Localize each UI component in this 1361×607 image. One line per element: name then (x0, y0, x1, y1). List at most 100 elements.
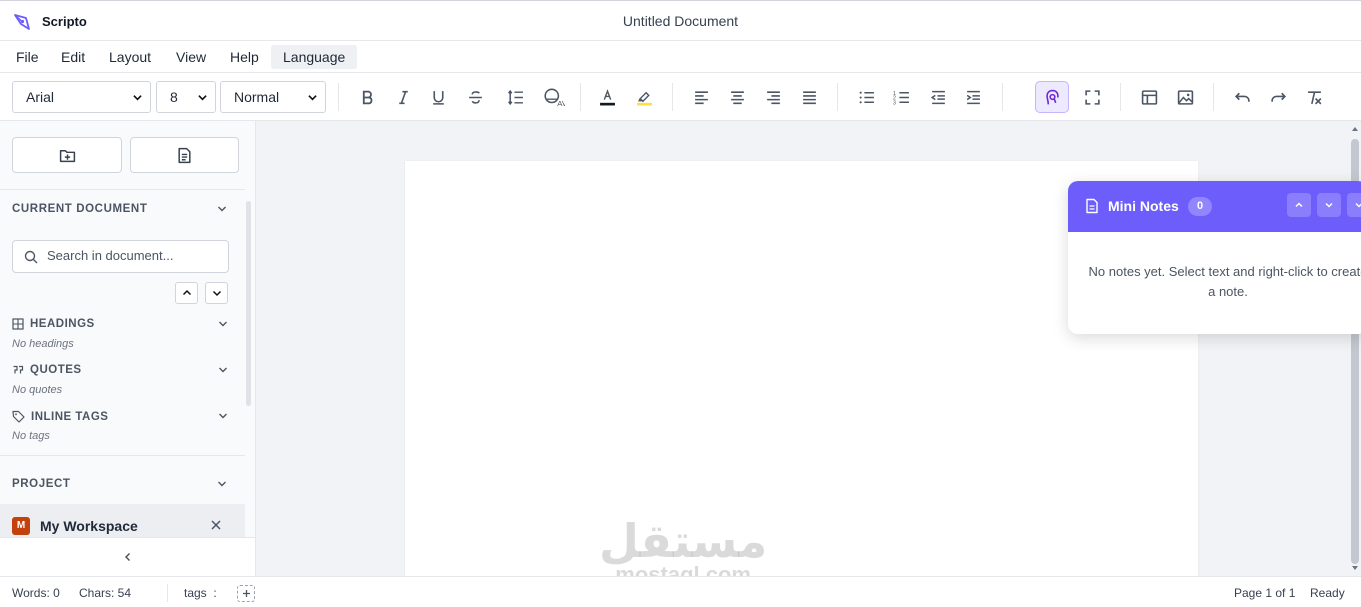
insert-table-button[interactable] (1136, 84, 1162, 110)
search-next-button[interactable] (205, 282, 228, 304)
text-color-button[interactable] (594, 84, 620, 110)
underline-button[interactable] (425, 84, 451, 110)
undo-icon (1234, 92, 1250, 102)
chevron-down-icon[interactable] (218, 365, 228, 375)
align-left-icon (694, 90, 708, 104)
numbered-list-button[interactable]: 123 (888, 84, 914, 110)
close-icon[interactable] (210, 519, 222, 531)
chevron-down-icon[interactable] (217, 479, 227, 489)
outdent-button[interactable] (925, 84, 951, 110)
char-count: Chars: 54 (79, 586, 132, 600)
add-tag-button[interactable] (237, 585, 255, 602)
collapse-sidebar-button[interactable] (0, 537, 255, 576)
chevron-up-icon (1295, 202, 1303, 208)
svg-text:AV: AV (557, 99, 565, 107)
title-bar: Scripto Untitled Document (0, 0, 1361, 41)
toolbar-divider (338, 83, 339, 111)
justify-icon (802, 90, 816, 104)
quotes-section[interactable]: QUOTES (12, 364, 82, 376)
next-note-button[interactable] (1317, 193, 1341, 217)
highlight-icon (636, 91, 652, 105)
undo-button[interactable] (1229, 84, 1255, 110)
sidebar-scrollbar[interactable] (246, 201, 251, 406)
focus-mode-button[interactable] (1035, 81, 1069, 113)
watermark-logo: مستقل (599, 514, 769, 568)
project-heading[interactable]: PROJECT (12, 478, 71, 490)
mini-notes-header[interactable]: Mini Notes 0 (1068, 181, 1361, 232)
headings-section[interactable]: HEADINGS (12, 318, 95, 330)
character-spacing-icon: AV (544, 88, 565, 107)
current-document-heading[interactable]: CURRENT DOCUMENT (12, 203, 147, 215)
focus-mode-icon (1045, 89, 1059, 104)
align-center-button[interactable] (724, 84, 750, 110)
line-height-button[interactable] (502, 84, 528, 110)
bullet-list-icon (859, 91, 874, 103)
chevron-down-icon (133, 95, 142, 101)
inline-tags-section[interactable]: INLINE TAGS (12, 410, 108, 423)
quote-icon (13, 365, 24, 374)
insert-image-button[interactable] (1172, 84, 1198, 110)
new-document-button[interactable] (130, 137, 239, 173)
scroll-up-arrow-icon[interactable] (1351, 125, 1359, 133)
menu-layout[interactable]: Layout (97, 45, 163, 69)
mini-notes-panel: Mini Notes 0 No notes yet. Select text a… (1068, 181, 1361, 334)
menu-bar: File Edit Layout View Help Language (0, 41, 1361, 73)
document-title[interactable]: Untitled Document (0, 13, 1361, 29)
chevron-down-icon[interactable] (218, 411, 228, 421)
bold-button[interactable] (354, 84, 380, 110)
italic-button[interactable] (390, 84, 416, 110)
menu-edit[interactable]: Edit (49, 45, 97, 69)
character-spacing-button[interactable]: AV (539, 84, 569, 110)
font-family-select[interactable]: Arial (12, 81, 151, 113)
tags-label: tags : (184, 586, 217, 600)
toolbar-divider (1213, 83, 1214, 111)
menu-language[interactable]: Language (271, 45, 358, 69)
quotes-empty-text: No quotes (12, 384, 63, 396)
clear-formatting-button[interactable] (1301, 84, 1327, 110)
indent-button[interactable] (960, 84, 986, 110)
menu-file[interactable]: File (4, 45, 51, 69)
paragraph-style-select[interactable]: Normal (220, 81, 326, 113)
font-size-value: 8 (170, 89, 178, 105)
mini-notes-title: Mini Notes (1108, 198, 1179, 214)
line-height-icon (507, 89, 523, 105)
workspace-item[interactable]: M My Workspace (0, 504, 245, 537)
strikethrough-button[interactable] (462, 84, 488, 110)
bullet-list-button[interactable] (853, 84, 879, 110)
chevron-down-icon[interactable] (218, 319, 228, 329)
sidebar: CURRENT DOCUMENT HEADINGS No headings QU… (0, 121, 256, 576)
align-center-icon (730, 90, 744, 104)
menu-help[interactable]: Help (218, 45, 271, 69)
highlight-button[interactable] (631, 84, 657, 110)
toolbar-divider (837, 83, 838, 111)
tags-empty-text: No tags (12, 430, 50, 442)
menu-view[interactable]: View (164, 45, 218, 69)
tag-icon (12, 410, 25, 423)
align-left-button[interactable] (688, 84, 714, 110)
align-right-button[interactable] (760, 84, 786, 110)
previous-note-button[interactable] (1287, 193, 1311, 217)
folder-plus-icon (59, 149, 75, 162)
notes-empty-message: No notes yet. Select text and right-clic… (1088, 264, 1361, 299)
search-input[interactable] (47, 248, 217, 263)
search-previous-button[interactable] (175, 282, 198, 304)
status-state: Ready (1310, 586, 1345, 600)
toolbar-divider (580, 83, 581, 111)
sidebar-divider (0, 455, 245, 456)
new-folder-button[interactable] (12, 137, 122, 173)
chevron-down-icon[interactable] (217, 204, 227, 214)
justify-button[interactable] (796, 84, 822, 110)
document-search-field[interactable] (12, 240, 229, 273)
text-color-icon (599, 88, 615, 105)
font-family-value: Arial (26, 89, 55, 105)
word-count: Words: 0 (12, 586, 60, 600)
insert-table-icon (1141, 89, 1157, 105)
quotes-label: QUOTES (30, 364, 82, 376)
scroll-down-arrow-icon[interactable] (1351, 564, 1359, 572)
toolbar-divider (1120, 83, 1121, 111)
underline-icon (432, 90, 444, 105)
font-size-select[interactable]: 8 (156, 81, 216, 113)
collapse-notes-button[interactable] (1347, 193, 1361, 217)
fullscreen-button[interactable] (1079, 84, 1105, 110)
redo-button[interactable] (1265, 84, 1291, 110)
